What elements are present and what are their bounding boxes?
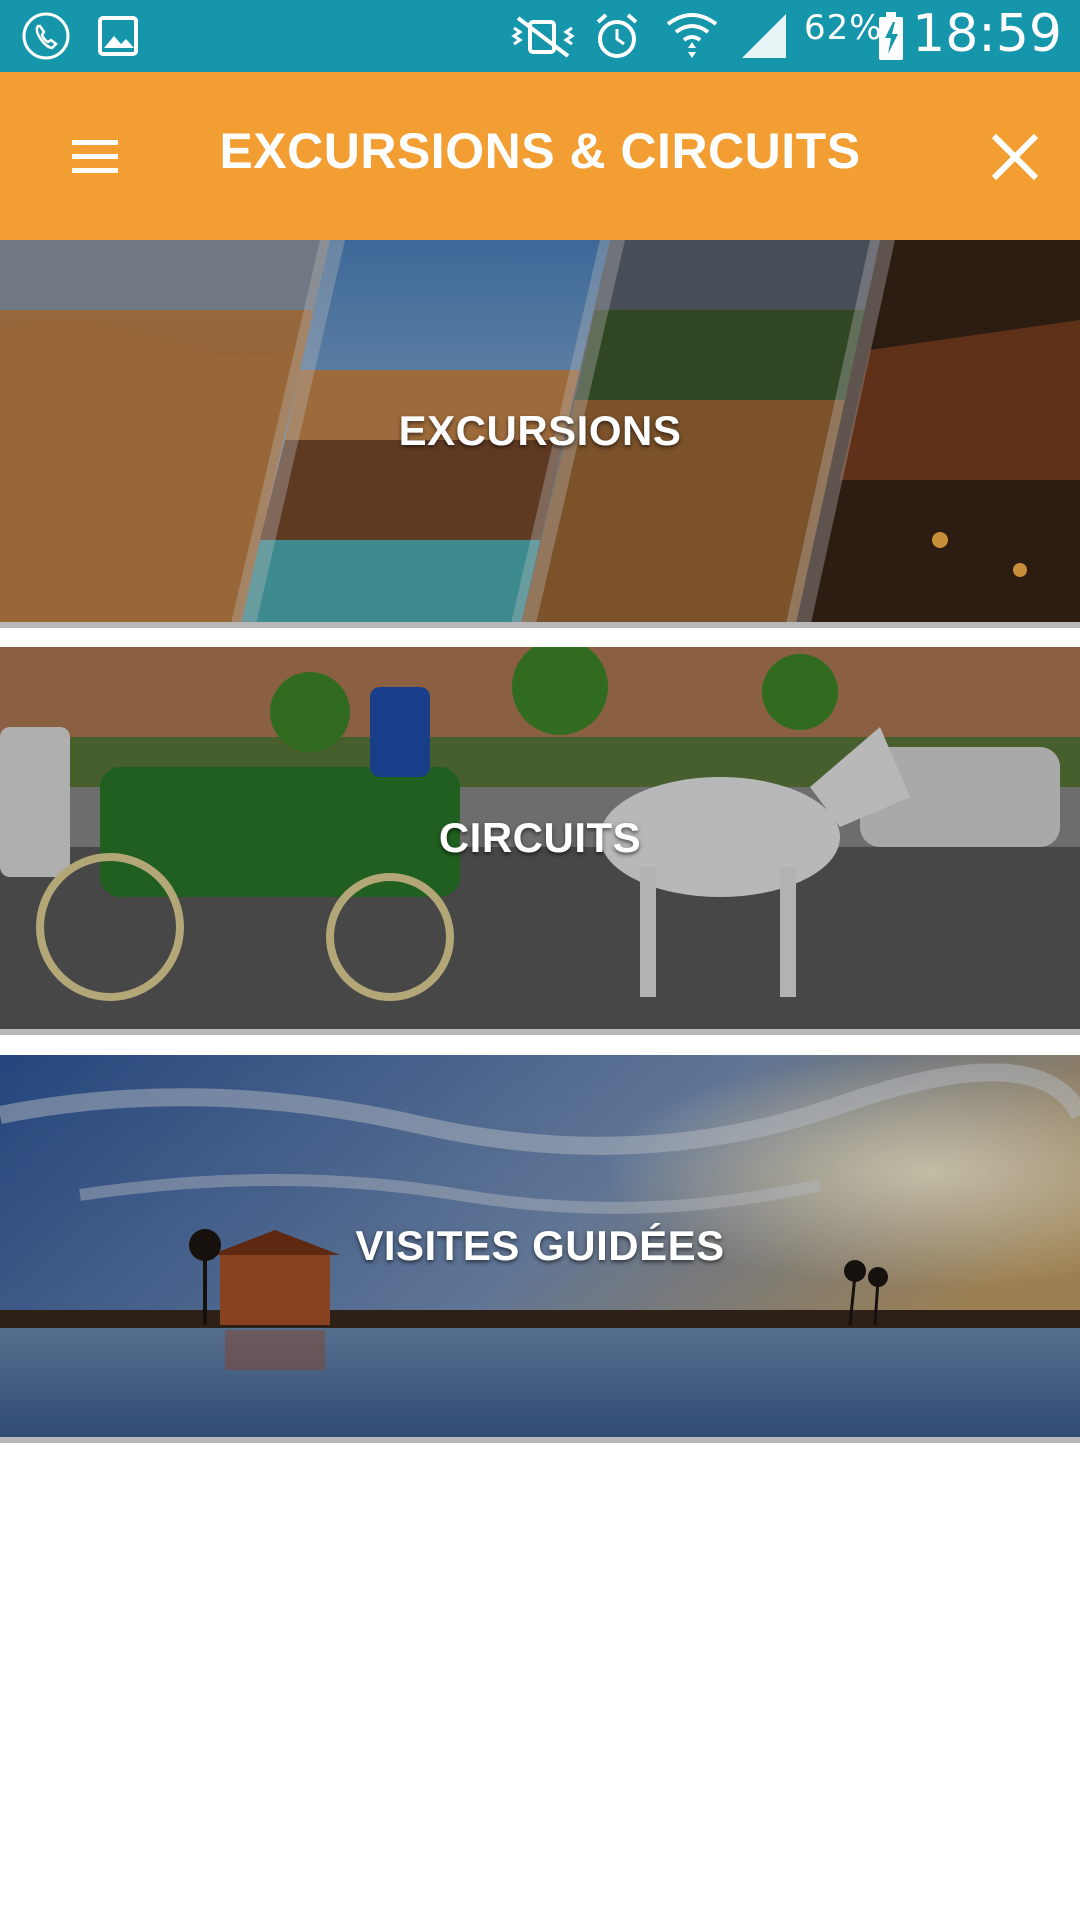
vibrate-mute-icon — [511, 16, 575, 58]
clock: 18:59 — [912, 4, 1062, 64]
category-card-excursions[interactable]: EXCURSIONS — [0, 240, 1080, 628]
status-bar: 62% 18:59 — [0, 0, 1080, 72]
image-icon — [98, 16, 138, 56]
alarm-icon — [596, 13, 638, 58]
category-card-circuits[interactable]: CIRCUITS — [0, 647, 1080, 1035]
battery-charging-icon — [879, 12, 903, 60]
category-card-visites-guidees[interactable]: VISITES GUIDÉES — [0, 1055, 1080, 1443]
category-label: EXCURSIONS — [398, 407, 682, 454]
category-label: CIRCUITS — [438, 814, 642, 861]
app-bar: EXCURSIONS & CIRCUITS — [0, 72, 1080, 240]
category-label: VISITES GUIDÉES — [355, 1222, 725, 1269]
page-title: EXCURSIONS & CIRCUITS — [219, 123, 861, 179]
battery-percent: 62% — [804, 8, 883, 48]
phone-call-icon — [22, 12, 70, 60]
signal-icon — [742, 14, 786, 58]
wifi-icon — [666, 13, 718, 58]
close-icon[interactable] — [980, 122, 1050, 192]
